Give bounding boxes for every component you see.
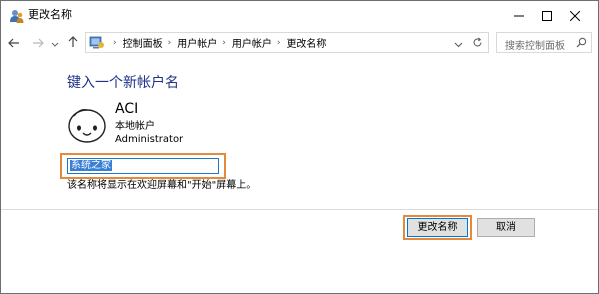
chevron-down-icon xyxy=(51,33,59,52)
search-icon xyxy=(576,37,587,48)
account-type: 本地帐户 xyxy=(115,121,155,132)
close-icon xyxy=(569,6,581,25)
new-name-selected-text: 系统之家 xyxy=(70,160,112,171)
cancel-button[interactable]: 取消 xyxy=(477,218,535,237)
search-placeholder: 搜索控制面板 xyxy=(505,41,565,52)
maximize-icon xyxy=(542,6,552,25)
close-button[interactable] xyxy=(552,1,598,30)
breadcrumb-item-user-accounts-sub[interactable]: 用户帐户 xyxy=(232,35,272,50)
account-name: ACI xyxy=(115,101,139,117)
change-name-window: 更改名称 › 控制面板 › 用户帐户 › 用户帐户 › 更改名称 搜索控制面板 … xyxy=(0,0,599,294)
new-account-name-input[interactable]: 系统之家 xyxy=(67,158,219,174)
breadcrumb: › 控制面板 › 用户帐户 › 用户帐户 › 更改名称 xyxy=(108,33,326,52)
control-panel-icon xyxy=(89,35,106,50)
up-arrow-icon xyxy=(68,33,78,52)
window-title: 更改名称 xyxy=(28,8,72,21)
title-bar[interactable]: 更改名称 xyxy=(1,1,598,30)
forward-arrow-icon xyxy=(32,33,44,52)
refresh-icon xyxy=(472,33,483,52)
change-name-button[interactable]: 更改名称 xyxy=(407,218,468,237)
forward-button[interactable] xyxy=(30,34,46,50)
search-input[interactable]: 搜索控制面板 xyxy=(496,32,592,53)
address-bar[interactable]: › 控制面板 › 用户帐户 › 用户帐户 › 更改名称 xyxy=(85,32,489,53)
breadcrumb-item-user-accounts[interactable]: 用户帐户 xyxy=(177,35,217,50)
account-role: Administrator xyxy=(115,134,184,145)
users-control-panel-icon xyxy=(10,8,24,23)
page-title: 键入一个新帐户名 xyxy=(67,75,179,91)
navigation-bar: › 控制面板 › 用户帐户 › 用户帐户 › 更改名称 搜索控制面板 xyxy=(1,30,598,55)
back-arrow-icon xyxy=(8,33,20,52)
refresh-button[interactable] xyxy=(470,36,484,49)
address-dropdown-button[interactable] xyxy=(452,36,464,49)
breadcrumb-item-change-name[interactable]: 更改名称 xyxy=(286,35,326,50)
breadcrumb-item-control-panel[interactable]: 控制面板 xyxy=(123,35,163,50)
divider xyxy=(1,209,598,210)
user-avatar-icon xyxy=(66,104,108,146)
minimize-icon xyxy=(514,6,524,25)
up-button[interactable] xyxy=(65,34,81,50)
name-hint-text: 该名称将显示在欢迎屏幕和"开始"屏幕上。 xyxy=(67,180,257,191)
recent-locations-button[interactable] xyxy=(47,34,63,50)
chevron-down-icon xyxy=(454,33,463,52)
back-button[interactable] xyxy=(6,34,22,50)
